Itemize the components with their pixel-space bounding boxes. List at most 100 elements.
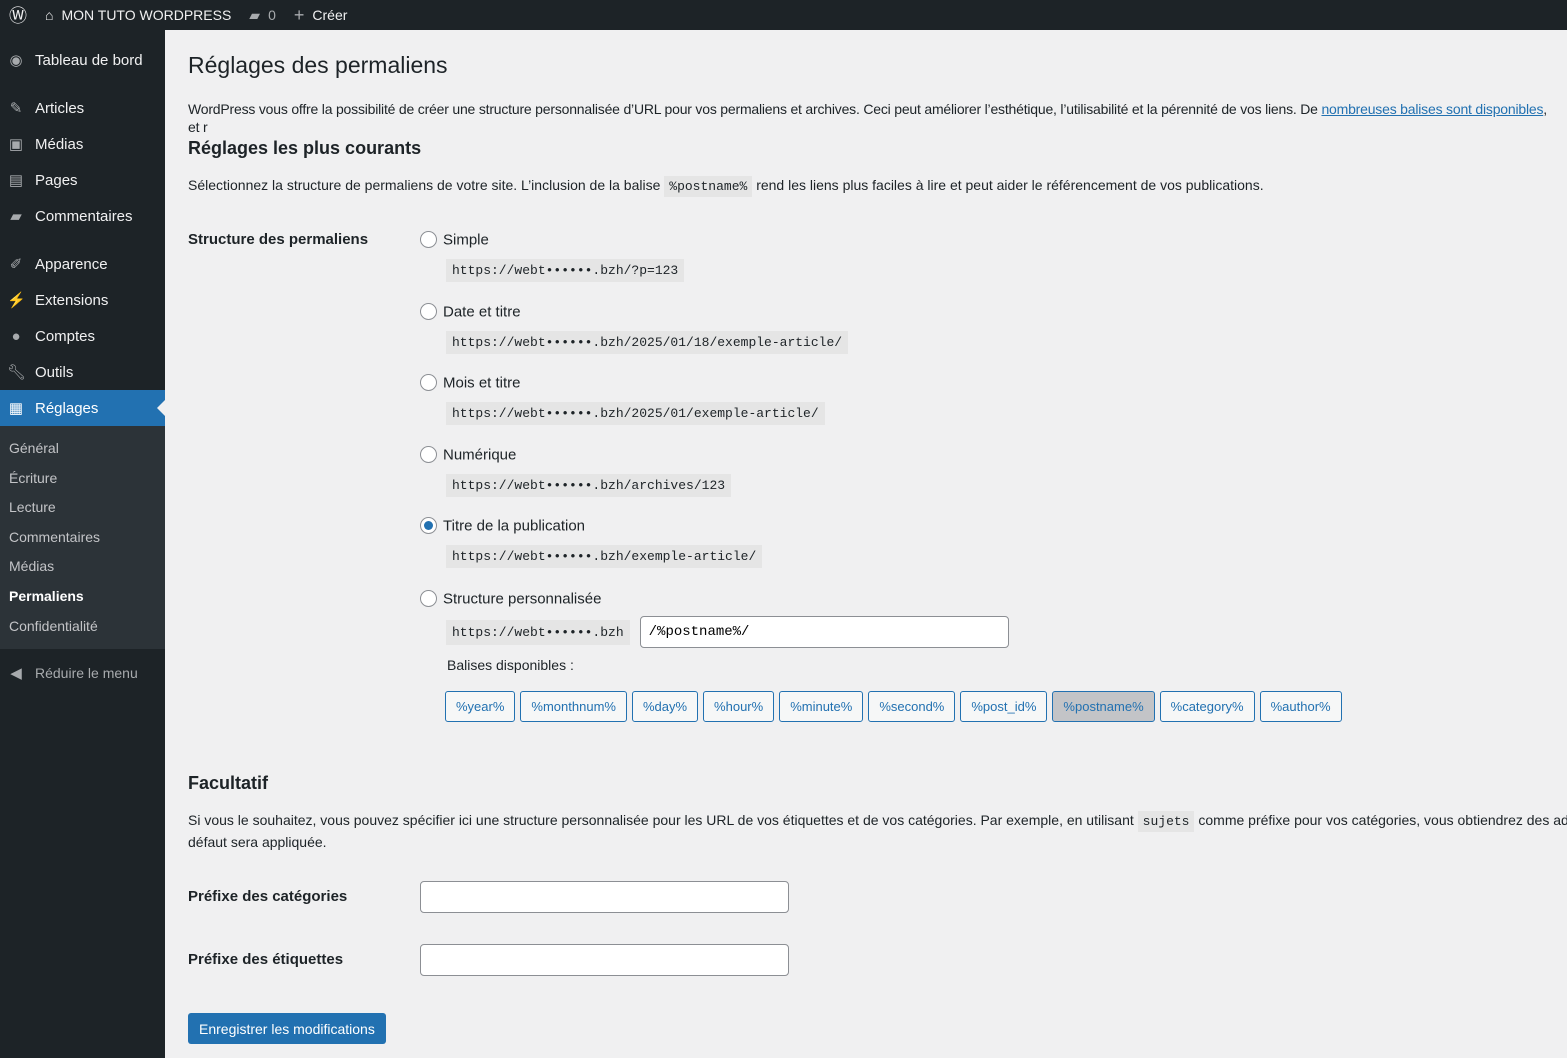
permalink-option: Date et titre https://webt••••••.bzh/2025… <box>420 302 849 354</box>
menu-label: Pages <box>35 171 78 189</box>
option-label: Date et titre <box>443 302 521 320</box>
submenu-discussion[interactable]: Commentaires <box>0 523 165 553</box>
menu-comments[interactable]: ▰ Commentaires <box>0 198 165 234</box>
menu-settings[interactable]: ▦ Réglages <box>0 390 165 426</box>
permalink-option: Numérique https://webt••••••.bzh/archives… <box>420 445 732 497</box>
common-settings-heading: Réglages les plus courants <box>188 138 422 158</box>
option-label: Structure personnalisée <box>443 590 602 608</box>
permalink-radio[interactable] <box>420 517 437 535</box>
plugin-icon: ⚡ <box>7 292 26 309</box>
available-tags-label: Balises disponibles : <box>447 657 574 673</box>
structure-label: Structure des permaliens <box>188 231 369 248</box>
permalink-radio[interactable] <box>420 374 437 392</box>
site-name-link[interactable]: ⌂ MON TUTO WORDPRESS <box>36 0 240 30</box>
comments-link[interactable]: ▰ 0 <box>240 0 285 30</box>
plus-icon: + <box>293 4 305 25</box>
option-custom: Structure personnalisée <box>420 590 601 608</box>
desc-part: comme préfixe pour vos catégories, vous … <box>1198 812 1567 828</box>
permalink-radio[interactable] <box>420 231 437 249</box>
menu-articles[interactable]: ✎ Articles <box>0 90 165 126</box>
permalink-option: Mois et titre https://webt••••••.bzh/2025… <box>420 374 825 425</box>
collapse-label: Réduire le menu <box>35 665 138 682</box>
menu-label: Réglages <box>35 399 99 417</box>
example-url: https://webt••••••.bzh/2025/01/exemple-a… <box>446 402 825 425</box>
tag-button[interactable]: %hour% <box>703 691 775 722</box>
menu-users[interactable]: ● Comptes <box>0 318 165 354</box>
tags-link[interactable]: nombreuses balises sont disponibles <box>1321 101 1543 117</box>
code-sujets: sujets <box>1137 811 1195 832</box>
optional-desc-end: défaut sera appliquée. <box>188 834 327 850</box>
create-label: Créer <box>312 7 348 23</box>
comment-count: 0 <box>268 7 276 23</box>
create-link[interactable]: + Créer <box>285 0 357 30</box>
example-url: https://webt••••••.bzh/archives/123 <box>446 473 732 497</box>
optional-desc: Si vous le souhaitez, vous pouvez spécif… <box>188 810 1567 832</box>
save-button[interactable]: Enregistrer les modifications <box>188 1013 386 1044</box>
intro-part: WordPress vous offre la possibilité de c… <box>188 101 1322 117</box>
example-url: https://webt••••••.bzh/?p=123 <box>446 259 685 282</box>
permalink-option: Simple https://webt••••••.bzh/?p=123 <box>420 231 685 282</box>
user-icon: ● <box>11 327 21 345</box>
available-tags: %year% %monthnum% %day% %hour% %minute% %seco… <box>445 691 1342 722</box>
menu-label: Commentaires <box>35 207 133 225</box>
menu-label: Médias <box>35 135 84 153</box>
menu-tools[interactable]: 🔧︎ Outils <box>0 354 165 390</box>
option-label: Titre de la publication <box>443 517 586 535</box>
tag-button[interactable]: %post_id% <box>960 691 1048 722</box>
submenu-general[interactable]: Général <box>0 434 165 464</box>
sidebar: ◉ Tableau de bord ✎ Articles ▣ Médias ▤ Page… <box>0 30 165 1058</box>
pin-icon: ✎ <box>9 100 23 117</box>
menu-pages[interactable]: ▤ Pages <box>0 162 165 198</box>
tag-button[interactable]: %minute% <box>779 691 864 722</box>
menu-dashboard[interactable]: ◉ Tableau de bord <box>0 42 165 78</box>
tag-button[interactable]: %author% <box>1259 691 1342 722</box>
optional-heading: Facultatif <box>188 773 269 793</box>
option-label: Simple <box>443 231 489 249</box>
comment-icon: ▰ <box>249 6 261 23</box>
submenu-media[interactable]: Médias <box>0 552 165 582</box>
admin-bar: Ⓦ ⌂ MON TUTO WORDPRESS ▰ 0 + Créer <box>0 0 1567 30</box>
settings-icon: ▦ <box>8 400 24 417</box>
example-url: https://webt••••••.bzh/2025/01/18/exempl… <box>446 330 849 354</box>
code-postname: %postname% <box>664 176 753 197</box>
home-icon: ⌂ <box>45 7 54 23</box>
submenu-permalinks[interactable]: Permaliens <box>0 582 165 612</box>
intro-text: WordPress vous offre la possibilité de c… <box>188 100 1558 136</box>
tag-button[interactable]: %second% <box>868 691 956 722</box>
tag-button[interactable]: %day% <box>631 691 699 722</box>
option-label: Mois et titre <box>443 374 521 392</box>
permalink-radio[interactable] <box>420 302 437 320</box>
brush-icon: ✐ <box>9 256 23 273</box>
radio-custom[interactable] <box>420 590 437 608</box>
menu-label: Outils <box>35 363 74 381</box>
submenu-privacy[interactable]: Confidentialité <box>0 612 165 642</box>
submenu-writing[interactable]: Écriture <box>0 464 165 494</box>
menu-label: Extensions <box>35 291 109 309</box>
desc-part: Si vous le souhaitez, vous pouvez spécif… <box>188 812 1134 828</box>
menu-label: Comptes <box>35 327 96 345</box>
collapse-menu-button[interactable]: ◀ Réduire le menu <box>0 655 165 691</box>
tag-button[interactable]: %year% <box>445 691 516 722</box>
menu-label: Tableau de bord <box>35 51 143 69</box>
page-icon: ▤ <box>8 172 24 189</box>
tag-button[interactable]: %category% <box>1159 691 1255 722</box>
permalink-radio[interactable] <box>420 445 437 463</box>
wordpress-logo-icon[interactable]: Ⓦ <box>0 0 36 30</box>
menu-media[interactable]: ▣ Médias <box>0 126 165 162</box>
tag-base-input[interactable] <box>420 944 789 976</box>
page-title: Réglages des permaliens <box>188 52 448 78</box>
tag-button[interactable]: %postname% <box>1052 691 1155 722</box>
common-desc: Sélectionnez la structure de permaliens … <box>188 175 1264 197</box>
submenu-reading[interactable]: Lecture <box>0 493 165 523</box>
menu-plugins[interactable]: ⚡ Extensions <box>0 282 165 318</box>
tag-button[interactable]: %monthnum% <box>520 691 627 722</box>
category-base-label: Préfixe des catégories <box>188 888 348 905</box>
dashboard-icon: ◉ <box>9 52 23 69</box>
category-base-input[interactable] <box>420 881 789 913</box>
media-icon: ▣ <box>8 136 24 153</box>
custom-structure-input[interactable] <box>639 616 1009 648</box>
menu-appearance[interactable]: ✐ Apparence <box>0 246 165 282</box>
collapse-icon: ◀ <box>10 665 22 683</box>
settings-submenu: Général Écriture Lecture Commentaires Mé… <box>0 426 165 650</box>
custom-base-url: https://webt••••••.bzh <box>446 619 630 645</box>
